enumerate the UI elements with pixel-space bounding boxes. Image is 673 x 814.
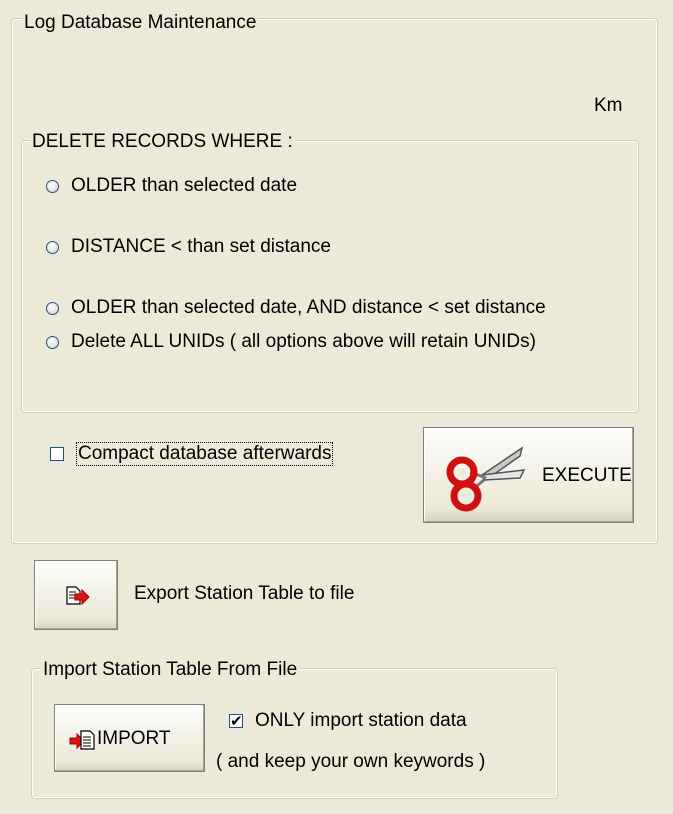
scissors-icon bbox=[442, 442, 526, 512]
export-file-icon bbox=[63, 585, 91, 607]
export-station-table-label: Export Station Table to file bbox=[134, 583, 355, 604]
execute-label: EXECUTE bbox=[542, 465, 632, 486]
import-label: IMPORT bbox=[97, 728, 171, 749]
radio-button[interactable] bbox=[46, 179, 59, 193]
radio-button[interactable] bbox=[46, 301, 59, 315]
only-station-data-checkbox[interactable]: ✔ bbox=[229, 712, 243, 730]
keep-keywords-note: ( and keep your own keywords ) bbox=[216, 751, 486, 772]
import-file-icon bbox=[69, 729, 97, 751]
execute-button[interactable]: EXECUTE bbox=[423, 427, 634, 523]
import-button[interactable]: IMPORT bbox=[54, 704, 205, 772]
radio-label: OLDER than selected date bbox=[71, 175, 298, 196]
radio-older-than-date[interactable]: OLDER than selected date bbox=[46, 175, 297, 197]
log-database-maintenance-title: Log Database Maintenance bbox=[22, 12, 259, 33]
only-station-data-checkbox-row[interactable]: ✔ ONLY import station data bbox=[229, 711, 467, 731]
radio-delete-all-unids[interactable]: Delete ALL UNIDs ( all options above wil… bbox=[46, 331, 536, 353]
distance-unit-label: Km bbox=[594, 95, 623, 116]
import-station-table-title: Import Station Table From File bbox=[41, 659, 300, 680]
radio-label: OLDER than selected date, AND distance <… bbox=[71, 297, 546, 318]
compact-database-label: Compact database afterwards bbox=[75, 442, 334, 466]
radio-button[interactable] bbox=[46, 335, 59, 349]
export-station-table-button[interactable] bbox=[34, 560, 118, 630]
compact-database-checkbox-row[interactable]: Compact database afterwards bbox=[50, 442, 334, 466]
checkmark-icon: ✔ bbox=[230, 712, 243, 730]
radio-label: Delete ALL UNIDs ( all options above wil… bbox=[71, 331, 536, 352]
compact-database-checkbox[interactable] bbox=[50, 447, 64, 461]
radio-button[interactable] bbox=[46, 240, 59, 254]
only-station-data-label: ONLY import station data bbox=[255, 710, 467, 731]
delete-records-title: DELETE RECORDS WHERE : bbox=[30, 131, 295, 152]
radio-label: DISTANCE < than set distance bbox=[71, 236, 331, 257]
radio-older-and-distance[interactable]: OLDER than selected date, AND distance <… bbox=[46, 297, 546, 319]
radio-distance-less-than[interactable]: DISTANCE < than set distance bbox=[46, 236, 331, 258]
